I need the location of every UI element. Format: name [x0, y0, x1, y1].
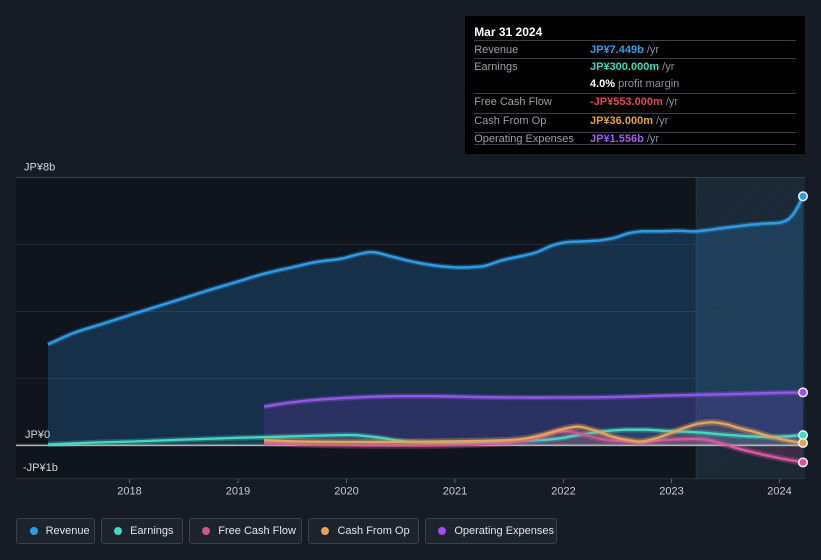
svg-text:JP¥8b: JP¥8b [24, 162, 55, 174]
svg-text:2020: 2020 [334, 486, 358, 498]
svg-text:2022: 2022 [551, 486, 575, 498]
svg-text:2018: 2018 [117, 486, 141, 498]
svg-text:2021: 2021 [443, 486, 467, 498]
svg-text:2023: 2023 [659, 486, 683, 498]
svg-text:JP¥0: JP¥0 [25, 429, 50, 441]
svg-text:-JP¥1b: -JP¥1b [23, 462, 58, 474]
svg-text:2019: 2019 [226, 486, 250, 498]
svg-text:2024: 2024 [767, 486, 791, 498]
